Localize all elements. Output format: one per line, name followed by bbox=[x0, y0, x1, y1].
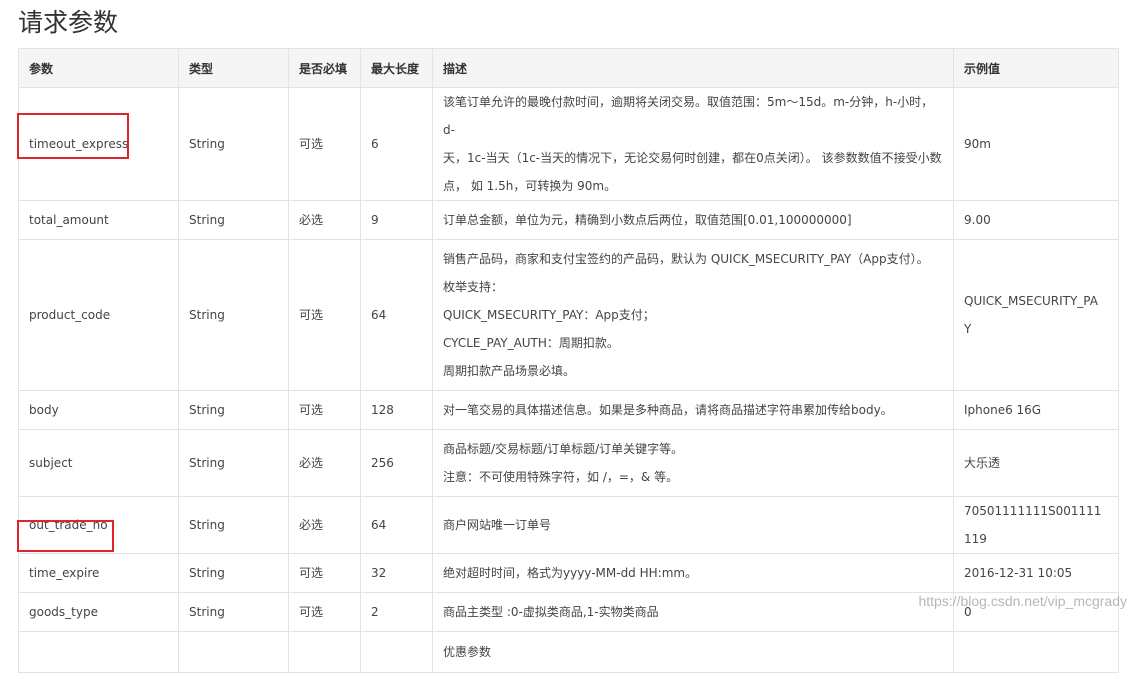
desc-line: 商户网站唯一订单号 bbox=[443, 518, 552, 532]
table-row: 优惠参数 bbox=[18, 631, 1119, 673]
cell-param: product_code bbox=[18, 239, 179, 391]
desc-line: 优惠参数 bbox=[443, 645, 492, 659]
desc-line: CYCLE_PAY_AUTH：周期扣款。 bbox=[443, 336, 619, 350]
cell-required: 可选 bbox=[288, 592, 361, 632]
desc-line: 点， 如 1.5h，可转换为 90m。 bbox=[443, 179, 617, 193]
cell-param: total_amount bbox=[18, 200, 179, 240]
cell-param: body bbox=[18, 390, 179, 430]
table-row: out_trade_no String 必选 64 商户网站唯一订单号 7050… bbox=[18, 496, 1119, 554]
desc-line: 周期扣款产品场景必填。 bbox=[443, 364, 576, 378]
table-row: body String 可选 128 对一笔交易的具体描述信息。如果是多种商品，… bbox=[18, 390, 1119, 430]
desc-line: 订单总金额，单位为元，精确到小数点后两位，取值范围[0.01,100000000… bbox=[443, 213, 852, 227]
desc-line: 商品标题/交易标题/订单标题/订单关键字等。 bbox=[443, 442, 684, 456]
table-header-row: 参数 类型 是否必填 最大长度 描述 示例值 bbox=[18, 48, 1119, 88]
header-desc: 描述 bbox=[432, 48, 954, 88]
cell-example: Iphone6 16G bbox=[953, 390, 1119, 430]
table-row: subject String 必选 256 商品标题/交易标题/订单标题/订单关… bbox=[18, 429, 1119, 497]
watermark: https://blog.csdn.net/vip_mcgrady bbox=[918, 593, 1127, 609]
desc-line: 绝对超时时间，格式为yyyy-MM-dd HH:mm。 bbox=[443, 566, 698, 580]
cell-param bbox=[18, 631, 179, 673]
desc-line: 该笔订单允许的最晚付款时间，逾期将关闭交易。取值范围：5m～15d。m-分钟，h… bbox=[443, 95, 934, 137]
cell-type: String bbox=[178, 87, 289, 201]
cell-maxlen: 2 bbox=[360, 592, 433, 632]
table-row: timeout_express String 可选 6 该笔订单允许的最晚付款时… bbox=[18, 87, 1119, 201]
cell-param: goods_type bbox=[18, 592, 179, 632]
header-required: 是否必填 bbox=[288, 48, 361, 88]
cell-desc: 销售产品码，商家和支付宝签约的产品码，默认为 QUICK_MSECURITY_P… bbox=[432, 239, 954, 391]
example-line: Y bbox=[964, 322, 972, 336]
cell-required: 必选 bbox=[288, 200, 361, 240]
cell-maxlen: 256 bbox=[360, 429, 433, 497]
header-type: 类型 bbox=[178, 48, 289, 88]
cell-example: 2016-12-31 10:05 bbox=[953, 553, 1119, 593]
cell-type: String bbox=[178, 592, 289, 632]
cell-required bbox=[288, 631, 361, 673]
cell-maxlen: 6 bbox=[360, 87, 433, 201]
cell-maxlen bbox=[360, 631, 433, 673]
header-example: 示例值 bbox=[953, 48, 1119, 88]
cell-desc: 优惠参数 bbox=[432, 631, 954, 673]
cell-desc: 商品主类型 :0-虚拟类商品,1-实物类商品 bbox=[432, 592, 954, 632]
cell-example: 90m bbox=[953, 87, 1119, 201]
desc-line: 注意：不可使用特殊字符，如 /，=，& 等。 bbox=[443, 470, 679, 484]
cell-param: subject bbox=[18, 429, 179, 497]
header-maxlen: 最大长度 bbox=[360, 48, 433, 88]
cell-param: out_trade_no bbox=[18, 496, 179, 554]
example-line: QUICK_MSECURITY_PA bbox=[964, 294, 1098, 308]
desc-line: 对一笔交易的具体描述信息。如果是多种商品，请将商品描述字符串累加传给body。 bbox=[443, 403, 893, 417]
cell-example: 9.00 bbox=[953, 200, 1119, 240]
cell-desc: 绝对超时时间，格式为yyyy-MM-dd HH:mm。 bbox=[432, 553, 954, 593]
desc-line: 天，1c-当天（1c-当天的情况下，无论交易何时创建，都在0点关闭）。 该参数数… bbox=[443, 151, 942, 165]
cell-param: timeout_express bbox=[18, 87, 179, 201]
cell-maxlen: 64 bbox=[360, 239, 433, 391]
cell-example: 大乐透 bbox=[953, 429, 1119, 497]
cell-type bbox=[178, 631, 289, 673]
cell-desc: 订单总金额，单位为元，精确到小数点后两位，取值范围[0.01,100000000… bbox=[432, 200, 954, 240]
cell-type: String bbox=[178, 553, 289, 593]
table-row: total_amount String 必选 9 订单总金额，单位为元，精确到小… bbox=[18, 200, 1119, 240]
cell-example: 70501111111S001111119 bbox=[953, 496, 1119, 554]
cell-required: 必选 bbox=[288, 496, 361, 554]
cell-maxlen: 128 bbox=[360, 390, 433, 430]
cell-desc: 商户网站唯一订单号 bbox=[432, 496, 954, 554]
cell-example: QUICK_MSECURITY_PA Y bbox=[953, 239, 1119, 391]
cell-type: String bbox=[178, 390, 289, 430]
desc-line: 枚举支持： bbox=[443, 280, 504, 294]
header-param: 参数 bbox=[18, 48, 179, 88]
cell-required: 可选 bbox=[288, 87, 361, 201]
request-params-table: 参数 类型 是否必填 最大长度 描述 示例值 timeout_express S… bbox=[18, 48, 1119, 673]
cell-type: String bbox=[178, 200, 289, 240]
page-title: 请求参数 bbox=[18, 8, 119, 37]
cell-maxlen: 9 bbox=[360, 200, 433, 240]
cell-required: 可选 bbox=[288, 239, 361, 391]
cell-maxlen: 64 bbox=[360, 496, 433, 554]
table-row: time_expire String 可选 32 绝对超时时间，格式为yyyy-… bbox=[18, 553, 1119, 593]
cell-maxlen: 32 bbox=[360, 553, 433, 593]
cell-required: 可选 bbox=[288, 390, 361, 430]
cell-param: time_expire bbox=[18, 553, 179, 593]
cell-type: String bbox=[178, 496, 289, 554]
cell-example bbox=[953, 631, 1119, 673]
desc-line: QUICK_MSECURITY_PAY：App支付； bbox=[443, 308, 655, 322]
cell-desc: 该笔订单允许的最晚付款时间，逾期将关闭交易。取值范围：5m～15d。m-分钟，h… bbox=[432, 87, 954, 201]
cell-required: 必选 bbox=[288, 429, 361, 497]
cell-type: String bbox=[178, 239, 289, 391]
desc-line: 销售产品码，商家和支付宝签约的产品码，默认为 QUICK_MSECURITY_P… bbox=[443, 252, 929, 266]
cell-desc: 商品标题/交易标题/订单标题/订单关键字等。 注意：不可使用特殊字符，如 /，=… bbox=[432, 429, 954, 497]
cell-required: 可选 bbox=[288, 553, 361, 593]
cell-desc: 对一笔交易的具体描述信息。如果是多种商品，请将商品描述字符串累加传给body。 bbox=[432, 390, 954, 430]
table-row: product_code String 可选 64 销售产品码，商家和支付宝签约… bbox=[18, 239, 1119, 391]
cell-type: String bbox=[178, 429, 289, 497]
desc-line: 商品主类型 :0-虚拟类商品,1-实物类商品 bbox=[443, 605, 659, 619]
